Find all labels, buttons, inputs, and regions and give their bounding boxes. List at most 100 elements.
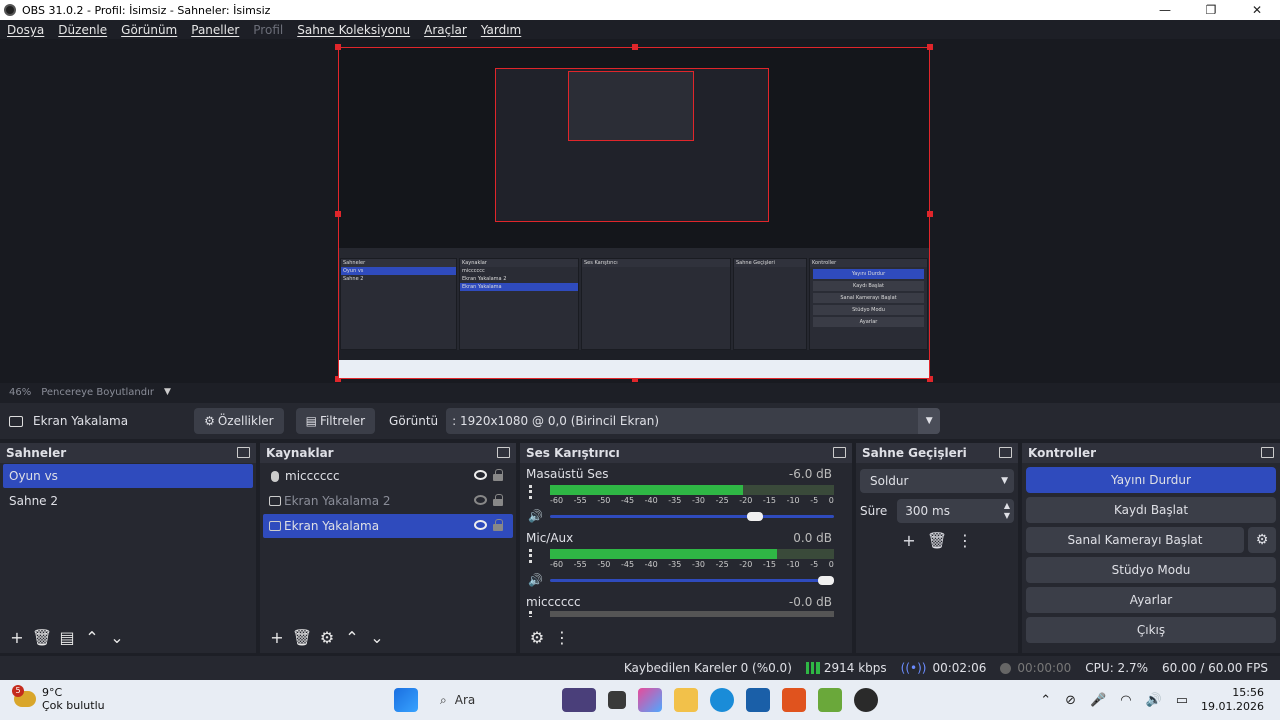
preview-area[interactable]: Sahneler Oyun vs Sahne 2 Kaynaklar miccc…: [0, 39, 1280, 383]
window-title: OBS 31.0.2 - Profil: İsimsiz - Sahneler:…: [22, 3, 271, 17]
edge-browser-icon[interactable]: [710, 688, 734, 712]
maximize-icon[interactable]: ❐: [1188, 0, 1234, 20]
chevron-down-icon[interactable]: ▼: [164, 387, 171, 397]
start-record-button[interactable]: Kaydı Başlat: [1026, 497, 1276, 523]
preview-canvas[interactable]: Sahneler Oyun vs Sahne 2 Kaynaklar miccc…: [335, 44, 933, 382]
resize-handle[interactable]: [335, 44, 341, 50]
arrow-up-icon[interactable]: ⌃: [81, 628, 103, 648]
network-off-icon[interactable]: ⊘: [1065, 693, 1076, 708]
captured-button: Kaydı Başlat: [813, 281, 924, 291]
volume-slider[interactable]: [550, 512, 834, 521]
trash-icon[interactable]: 🗑: [925, 531, 949, 550]
trash-icon[interactable]: 🗑: [31, 628, 53, 648]
task-view-icon[interactable]: [608, 691, 626, 709]
menu-araclar[interactable]: Araçlar: [424, 23, 467, 37]
undock-icon[interactable]: [237, 447, 250, 458]
menu-dosya[interactable]: Dosya: [7, 23, 44, 37]
menu-sahne-koleksiyonu[interactable]: Sahne Koleksiyonu: [297, 23, 410, 37]
menu-gorunum[interactable]: Görünüm: [121, 23, 177, 37]
resize-handle[interactable]: [927, 44, 933, 50]
menu-duzenle[interactable]: Düzenle: [58, 23, 107, 37]
spinner-icon[interactable]: ▲ ▼: [1004, 501, 1010, 521]
taskbar-search[interactable]: ⌕ Ara: [430, 684, 550, 716]
add-icon[interactable]: +: [266, 628, 288, 648]
undock-icon[interactable]: [1261, 447, 1274, 458]
properties-button[interactable]: ⚙ Özellikler: [194, 408, 284, 434]
windows-start-icon[interactable]: [394, 688, 418, 712]
lock-icon[interactable]: [493, 469, 503, 481]
display-select[interactable]: : 1920x1080 @ 0,0 (Birincil Ekran) ▼: [446, 408, 941, 434]
microphone-icon[interactable]: 🎤: [1090, 693, 1106, 708]
source-item[interactable]: Ekran Yakalama 2: [263, 489, 513, 513]
store-icon[interactable]: [746, 688, 770, 712]
close-icon[interactable]: ✕: [1234, 0, 1280, 20]
copilot-icon[interactable]: [638, 688, 662, 712]
virtual-cam-button[interactable]: Sanal Kamerayı Başlat: [1026, 527, 1244, 553]
undock-icon[interactable]: [999, 447, 1012, 458]
volume-slider[interactable]: [550, 576, 834, 585]
studio-mode-button[interactable]: Stüdyo Modu: [1026, 557, 1276, 583]
zoom-mode[interactable]: Pencereye Boyutlandır: [41, 387, 154, 398]
minimize-icon[interactable]: —: [1142, 0, 1188, 20]
brave-browser-icon[interactable]: [782, 688, 806, 712]
slider-knob[interactable]: [747, 512, 763, 521]
scene-item[interactable]: Oyun vs: [3, 464, 253, 488]
battery-icon[interactable]: ▭: [1176, 693, 1188, 708]
resize-handle[interactable]: [632, 44, 638, 50]
undock-icon[interactable]: [833, 447, 846, 458]
chevron-down-icon[interactable]: ▼: [918, 408, 941, 434]
filter-icon[interactable]: ▤: [56, 628, 78, 648]
arrow-down-icon[interactable]: ⌄: [366, 628, 388, 648]
source-item[interactable]: micccccc: [263, 464, 513, 488]
transition-select[interactable]: Soldur ▼: [860, 469, 1014, 493]
eye-off-icon[interactable]: [474, 495, 487, 505]
slider-knob[interactable]: [818, 576, 834, 585]
arrow-up-icon[interactable]: ⌃: [341, 628, 363, 648]
more-options-icon[interactable]: [529, 485, 533, 499]
duration-row: Süre 300 ms ▲ ▼: [860, 499, 1014, 523]
wifi-icon[interactable]: ◠: [1120, 693, 1131, 708]
obs-app-icon[interactable]: [854, 688, 878, 712]
gear-icon[interactable]: ⚙: [316, 628, 338, 648]
arrow-down-icon[interactable]: ⌄: [106, 628, 128, 648]
captured-list-item: Ekran Yakalama: [460, 283, 578, 291]
chevron-up-icon[interactable]: ⌃: [1040, 693, 1051, 708]
speaker-icon[interactable]: 🔊: [528, 509, 543, 523]
gear-icon[interactable]: ⚙: [1248, 527, 1276, 553]
eye-icon[interactable]: [474, 470, 487, 480]
settings-button[interactable]: Ayarlar: [1026, 587, 1276, 613]
lock-icon[interactable]: [493, 494, 503, 506]
more-options-icon[interactable]: [529, 611, 533, 617]
minecraft-icon[interactable]: [818, 688, 842, 712]
scene-item[interactable]: Sahne 2: [3, 489, 253, 513]
more-options-icon[interactable]: [529, 549, 533, 563]
dock-title-label: Kontroller: [1028, 446, 1097, 460]
file-explorer-icon[interactable]: [674, 688, 698, 712]
trash-icon[interactable]: 🗑: [291, 628, 313, 648]
more-options-icon[interactable]: ⋮: [551, 628, 573, 648]
gear-icon[interactable]: ⚙: [526, 628, 548, 648]
stop-stream-button[interactable]: Yayını Durdur: [1026, 467, 1276, 493]
source-item[interactable]: Ekran Yakalama: [263, 514, 513, 538]
fps-readout: 60.00 / 60.00 FPS: [1162, 661, 1268, 675]
menu-profil[interactable]: Profil: [253, 23, 283, 37]
widget-image-icon[interactable]: [562, 688, 596, 712]
menu-yardim[interactable]: Yardım: [481, 23, 521, 37]
filters-button[interactable]: ▤ Filtreler: [295, 408, 376, 434]
add-icon[interactable]: +: [6, 628, 28, 648]
duration-input[interactable]: 300 ms ▲ ▼: [897, 499, 1014, 523]
undock-icon[interactable]: [497, 447, 510, 458]
weather-widget[interactable]: 5 9°C Çok bulutlu: [12, 685, 105, 712]
more-options-icon[interactable]: ⋮: [953, 531, 977, 550]
eye-icon[interactable]: [474, 520, 487, 530]
add-icon[interactable]: +: [897, 531, 921, 550]
exit-button[interactable]: Çıkış: [1026, 617, 1276, 643]
clock[interactable]: 15:56 19.01.2026: [1201, 686, 1264, 714]
resize-handle[interactable]: [335, 211, 341, 217]
lock-icon[interactable]: [493, 519, 503, 531]
menu-paneller[interactable]: Paneller: [191, 23, 239, 37]
captured-button: Sanal Kamerayı Başlat: [813, 293, 924, 303]
volume-icon[interactable]: 🔊: [1146, 693, 1162, 708]
speaker-icon[interactable]: 🔊: [528, 573, 543, 587]
resize-handle[interactable]: [927, 211, 933, 217]
